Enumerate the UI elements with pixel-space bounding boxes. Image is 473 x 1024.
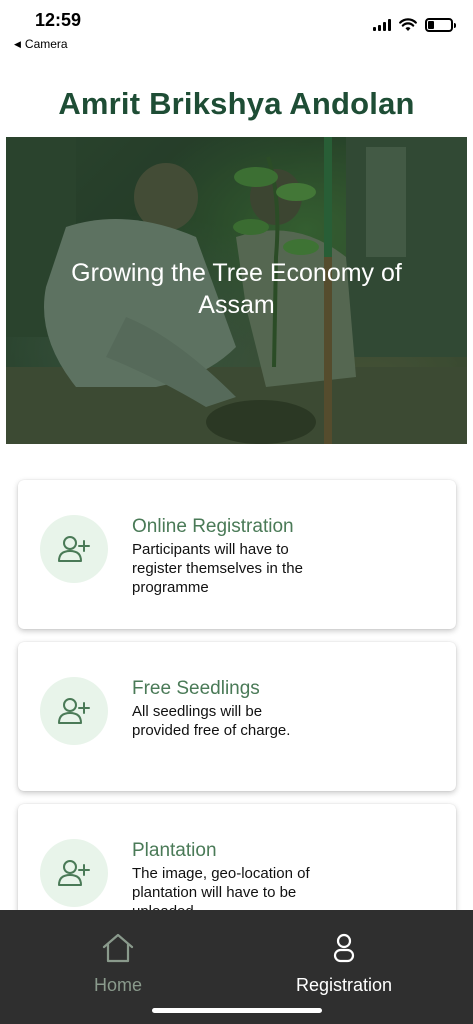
battery-icon	[425, 18, 456, 32]
nav-item-home[interactable]: Home	[0, 932, 236, 996]
add-user-icon	[58, 698, 90, 724]
wifi-icon	[399, 18, 417, 31]
home-indicator[interactable]	[152, 1008, 322, 1013]
status-icons	[373, 18, 456, 32]
nav-item-registration[interactable]: Registration	[226, 932, 462, 996]
status-time: 12:59	[35, 10, 82, 30]
card-icon-circle	[40, 839, 108, 907]
user-icon	[333, 933, 355, 963]
card-online-registration[interactable]: Online Registration Participants will ha…	[18, 480, 456, 629]
home-icon	[102, 933, 134, 963]
hero-headline: Growing the Tree Economy of Assam	[71, 259, 402, 319]
card-free-seedlings[interactable]: Free Seedlings All seedlings will be pro…	[18, 642, 456, 791]
status-bar: 12:59 ◀ Camera	[0, 0, 473, 60]
card-icon-circle	[40, 515, 108, 583]
cellular-signal-icon	[373, 19, 391, 31]
nav-label-home: Home	[93, 975, 142, 995]
bottom-navigation: Home Registration	[0, 910, 473, 1024]
card-description: All seedlings will be provided free of c…	[132, 703, 291, 739]
card-icon-circle	[40, 677, 108, 745]
back-app-label: Camera	[24, 37, 68, 51]
add-user-icon	[58, 860, 90, 886]
card-title: Free Seedlings	[132, 678, 260, 699]
back-to-app-link[interactable]: ◀ Camera	[14, 37, 68, 51]
hero-banner: Growing the Tree Economy of Assam	[6, 137, 467, 444]
nav-label-registration: Registration	[295, 975, 393, 995]
add-user-icon	[58, 536, 90, 562]
card-description: Participants will have to register thems…	[132, 541, 303, 596]
card-title: Plantation	[132, 840, 217, 861]
card-title: Online Registration	[132, 516, 294, 537]
app-screen: 12:59 ◀ Camera Amrit Brikshya Andolan Gr…	[0, 0, 473, 1024]
back-caret-icon: ◀	[14, 38, 21, 49]
app-title: Amrit Brikshya Andolan	[58, 86, 415, 121]
